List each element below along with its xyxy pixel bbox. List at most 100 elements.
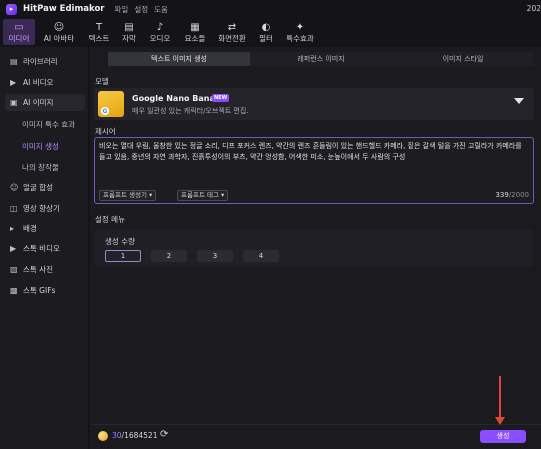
tool-transition[interactable]: ⇄ 화면전환: [214, 19, 250, 45]
count-option-4[interactable]: 4: [243, 250, 279, 262]
generate-button[interactable]: 생성: [480, 430, 526, 443]
face-swap-icon: ☺: [10, 183, 19, 192]
tool-label: 필터: [259, 33, 273, 43]
tool-audio[interactable]: ♪ 오디오: [145, 19, 175, 45]
audio-icon: ♪: [156, 21, 164, 33]
sidebar-item-label: 영상 향상기: [23, 204, 60, 213]
sidebar-item-ai-image[interactable]: ▣ AI 이미지: [5, 94, 85, 111]
sidebar-item-label: AI 비디오: [23, 78, 54, 87]
model-thumbnail: G: [98, 91, 124, 117]
sidebar-item-label: 얼굴 합성: [23, 183, 53, 192]
tool-effects[interactable]: ✦ 특수효과: [282, 19, 318, 45]
annotation-arrow-head: [495, 417, 505, 425]
subtitle-icon: ▤: [124, 21, 134, 33]
tool-text[interactable]: T 텍스트: [84, 19, 114, 45]
new-badge: NEW: [212, 94, 230, 102]
credits-display: 30/1684521: [112, 431, 157, 440]
prompt-section-label: 제시어: [95, 127, 116, 136]
tool-media[interactable]: ▭ 미디어: [3, 19, 35, 45]
tool-elements[interactable]: ▦ 요소들: [179, 19, 211, 45]
char-counter: 339/2000: [495, 191, 529, 199]
chevron-down-icon[interactable]: [514, 98, 524, 104]
prompt-input[interactable]: 비오는 열대 우림, 울창한 있는 정글 소리, 디프 포커스 렌즈, 약간의 …: [94, 137, 534, 204]
background-icon: ▸: [10, 224, 15, 233]
stock-photo-icon: ▨: [10, 265, 18, 274]
tool-label: AI 아바타: [43, 33, 75, 43]
model-selector[interactable]: G Google Nano Banana NEW 매우 일관성 있는 캐릭터/오…: [94, 88, 534, 120]
tool-label: 요소들: [184, 33, 206, 43]
sidebar-item-ai-video[interactable]: ▶ AI 비디오: [5, 74, 85, 91]
filter-icon: ◐: [261, 21, 271, 33]
tab-text-to-image[interactable]: 텍스트 이미지 생성: [108, 52, 250, 66]
prompt-tag-button[interactable]: 프롬프트 태그 ▾: [177, 190, 229, 201]
tool-label: 텍스트: [88, 33, 110, 43]
settings-section-label: 설정 메뉴: [95, 215, 125, 224]
count-option-2[interactable]: 2: [151, 250, 187, 262]
prompt-generator-button[interactable]: 프롬프트 생성기 ▾: [99, 190, 157, 201]
menu-file[interactable]: 파일: [115, 4, 129, 15]
app-name: HitPaw Edimakor: [23, 4, 105, 14]
tool-filter[interactable]: ◐ 필터: [254, 19, 278, 45]
video-enhance-icon: ◫: [10, 204, 18, 213]
panel-footer: 30/1684521 ⟳ 생성: [90, 424, 541, 449]
char-count: 339: [495, 191, 509, 199]
library-icon: ▤: [10, 57, 18, 66]
sidebar-item-label: 라이브러리: [23, 57, 58, 66]
count-option-3[interactable]: 3: [197, 250, 233, 262]
image-generate-panel: 텍스트 이미지 생성 레퍼런스 이미지 이미지 스타일 모델 G Google …: [90, 47, 541, 449]
tab-image-style[interactable]: 이미지 스타일: [392, 52, 534, 66]
prompt-text[interactable]: 비오는 열대 우림, 울창한 있는 정글 소리, 디프 포커스 렌즈, 약간의 …: [99, 141, 529, 163]
text-icon: T: [95, 21, 103, 33]
mode-tabs: 텍스트 이미지 생성 레퍼런스 이미지 이미지 스타일: [108, 52, 534, 66]
refresh-icon[interactable]: ⟳: [160, 429, 168, 440]
char-max: /2000: [508, 191, 529, 199]
sidebar-item-video-enhancer[interactable]: ◫ 영상 향상기: [5, 200, 85, 217]
settings-panel: 생성 수량 1 2 3 4: [94, 230, 534, 266]
annotation-arrow-line: [499, 376, 501, 420]
model-description: 매우 일관성 있는 캐릭터/오브젝트 편집.: [132, 107, 249, 115]
prompt-tag-label: 프롬프트 태그: [181, 191, 219, 199]
sidebar-item-face-swap[interactable]: ☺ 얼굴 합성: [5, 179, 85, 196]
sidebar-sub-my-creations[interactable]: 나의 창작물: [22, 162, 59, 173]
ai-image-icon: ▣: [10, 98, 18, 107]
sidebar-item-label: 스톡 GIFs: [23, 286, 56, 295]
count-option-1[interactable]: 1: [105, 250, 141, 262]
media-icon: ▭: [14, 21, 24, 33]
coin-icon: [98, 431, 108, 441]
tab-reference-image[interactable]: 레퍼런스 이미지: [250, 52, 392, 66]
prompt-generator-label: 프롬프트 생성기: [103, 191, 147, 199]
tool-subtitle[interactable]: ▤ 자막: [117, 19, 141, 45]
stock-gif-icon: ▩: [10, 286, 18, 295]
credits-used: 30: [112, 431, 122, 440]
tool-label: 미디어: [8, 33, 30, 43]
effects-icon: ✦: [295, 21, 305, 33]
sidebar: ▤ 라이브러리 ▶ AI 비디오 ▣ AI 이미지 이미지 특수 효과 이미지 …: [0, 47, 88, 449]
menu-help[interactable]: 도움: [154, 4, 168, 15]
ai-video-icon: ▶: [10, 78, 17, 87]
transition-icon: ⇄: [227, 21, 237, 33]
tool-label: 오디오: [149, 33, 171, 43]
sidebar-item-label: 배경: [23, 224, 37, 233]
sidebar-item-stock-video[interactable]: ▶ 스톡 비디오: [5, 240, 85, 257]
version-text: 202: [526, 4, 541, 13]
ai-avatar-icon: ☺: [53, 21, 65, 33]
stock-video-icon: ▶: [10, 244, 17, 253]
credits-total: /1684521: [121, 431, 158, 440]
app-logo-icon: ▸: [6, 3, 17, 15]
sidebar-item-label: AI 이미지: [23, 98, 54, 107]
title-bar: ▸ HitPaw Edimakor 파일 설정 도움 202: [0, 0, 541, 18]
main-toolbar: ▭ 미디어 ☺ AI 아바타 T 텍스트 ▤ 자막 ♪ 오디오 ▦ 요소들 ⇄ …: [0, 19, 541, 45]
sidebar-item-label: 스톡 비디오: [23, 244, 60, 253]
sidebar-sub-image-effects[interactable]: 이미지 특수 효과: [22, 119, 75, 130]
sidebar-sub-image-generate[interactable]: 이미지 생성: [22, 141, 59, 152]
count-label: 생성 수량: [105, 237, 135, 246]
sidebar-item-background[interactable]: ▸ 배경: [5, 220, 85, 237]
sidebar-item-stock-photo[interactable]: ▨ 스톡 사진: [5, 261, 85, 278]
tool-label: 화면전환: [218, 33, 246, 43]
menu-settings[interactable]: 설정: [134, 4, 148, 15]
sidebar-item-library[interactable]: ▤ 라이브러리: [5, 53, 85, 70]
google-logo-icon: G: [101, 107, 109, 115]
sidebar-item-stock-gifs[interactable]: ▩ 스톡 GIFs: [5, 282, 85, 299]
tool-label: 특수효과: [286, 33, 314, 43]
tool-ai-avatar[interactable]: ☺ AI 아바타: [40, 19, 78, 45]
